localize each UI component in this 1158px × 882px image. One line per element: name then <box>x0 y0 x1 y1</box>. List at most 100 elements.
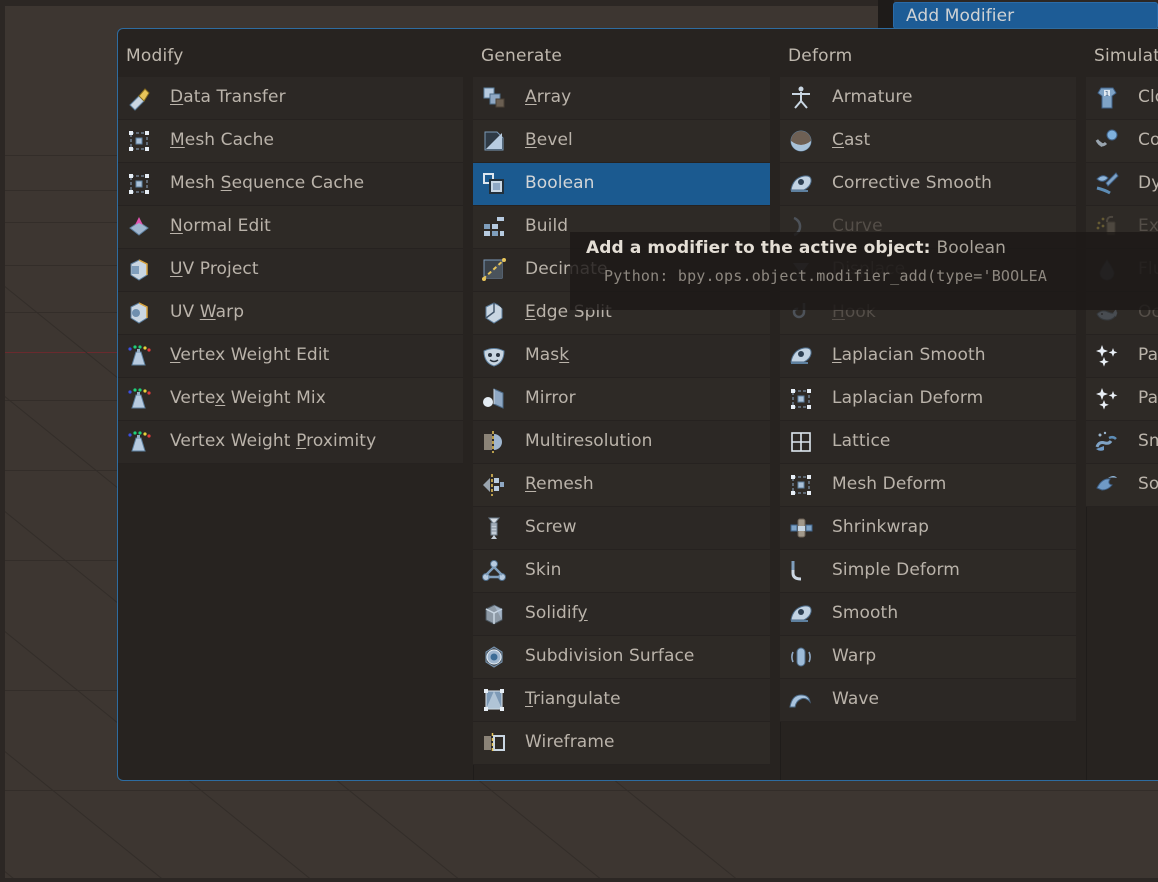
menu-column-title-modify: Modify <box>126 46 184 66</box>
menu-item-boolean[interactable]: Boolean <box>473 163 770 206</box>
menu-item-decimate[interactable]: Decimate <box>473 249 770 292</box>
menu-item-label: Triangulate <box>525 689 621 709</box>
wireframe-icon <box>481 730 507 756</box>
menu-item-skin[interactable]: Skin <box>473 550 770 593</box>
menu-item-explode: Explode <box>1086 206 1158 249</box>
menu-item-simple-deform[interactable]: Simple Deform <box>780 550 1076 593</box>
menu-column-title-simulate: Simulate <box>1094 46 1158 66</box>
menu-item-label: Mesh Sequence Cache <box>170 173 365 193</box>
menu-item-warp[interactable]: Warp <box>780 636 1076 679</box>
explode-icon <box>1094 214 1120 240</box>
menu-item-mirror[interactable]: Mirror <box>473 378 770 421</box>
menu-item-label: Wave <box>832 689 880 709</box>
laplacian-deform-icon <box>788 386 814 412</box>
menu-item-hook: Hook <box>780 292 1076 335</box>
menu-item-label: Soft Body <box>1138 474 1158 494</box>
menu-column-generate: Generate Array Bevel Boolean Build Decimate Ed… <box>473 41 780 780</box>
collision-icon <box>1094 128 1120 154</box>
mirror-icon <box>481 386 507 412</box>
menu-item-wave[interactable]: Wave <box>780 679 1076 722</box>
menu-item-label: Corrective Smooth <box>832 173 992 193</box>
menu-item-edge-split[interactable]: Edge Split <box>473 292 770 335</box>
menu-item-solidify[interactable]: Solidify <box>473 593 770 636</box>
menu-item-screw[interactable]: Screw <box>473 507 770 550</box>
menu-item-corrective-smooth[interactable]: Corrective Smooth <box>780 163 1076 206</box>
add-modifier-menu[interactable]: Modify Data Transfer Mesh Cache Mesh Sequen… <box>117 28 1158 781</box>
menu-item-remesh[interactable]: Remesh <box>473 464 770 507</box>
menu-item-laplacian-smooth[interactable]: Laplacian Smooth <box>780 335 1076 378</box>
smooth-icon <box>788 601 814 627</box>
menu-item-vertex-weight-mix[interactable]: Vertex Weight Mix <box>118 378 463 421</box>
add-modifier-button-label: Add Modifier <box>906 5 1015 26</box>
menu-item-vertex-weight-proximity[interactable]: Vertex Weight Proximity <box>118 421 463 464</box>
mesh-sequence-cache-icon <box>126 171 152 197</box>
skin-icon <box>481 558 507 584</box>
soft-body-icon <box>1094 472 1120 498</box>
solidify-icon <box>481 601 507 627</box>
menu-item-data-transfer[interactable]: Data Transfer <box>118 77 463 120</box>
multiresolution-icon <box>481 429 507 455</box>
menu-item-dynamic-paint[interactable]: Dynamic Paint <box>1086 163 1158 206</box>
menu-column-title-deform: Deform <box>788 46 853 66</box>
decimate-icon <box>481 257 507 283</box>
menu-item-mesh-sequence-cache[interactable]: Mesh Sequence Cache <box>118 163 463 206</box>
add-modifier-button[interactable]: Add Modifier <box>893 2 1158 29</box>
menu-item-label: Lattice <box>832 431 891 451</box>
menu-item-displace: Displace <box>780 249 1076 292</box>
menu-item-multiresolution[interactable]: Multiresolution <box>473 421 770 464</box>
array-icon <box>481 85 507 111</box>
menu-item-cloth[interactable]: 1 Cloth <box>1086 77 1158 120</box>
menu-item-array[interactable]: Array <box>473 77 770 120</box>
menu-item-particle-instance[interactable]: Particle Instance <box>1086 335 1158 378</box>
menu-item-build[interactable]: Build <box>473 206 770 249</box>
menu-item-label: Build <box>525 216 569 236</box>
menu-item-label: Shrinkwrap <box>832 517 929 537</box>
menu-item-smoke[interactable]: Smoke <box>1086 421 1158 464</box>
menu-item-cast[interactable]: Cast <box>780 120 1076 163</box>
mask-icon <box>481 343 507 369</box>
menu-item-label: Ocean <box>1138 302 1158 322</box>
smoke-icon <box>1094 429 1120 455</box>
menu-item-label: Mesh Cache <box>170 130 275 150</box>
menu-item-uv-project[interactable]: UV Project <box>118 249 463 292</box>
menu-item-curve: Curve <box>780 206 1076 249</box>
menu-item-lattice[interactable]: Lattice <box>780 421 1076 464</box>
menu-item-label: Skin <box>525 560 562 580</box>
boolean-icon <box>481 171 507 197</box>
menu-item-label: Cast <box>832 130 871 150</box>
menu-item-label: Fluid Simulation <box>1138 259 1158 279</box>
screw-icon <box>481 515 507 541</box>
menu-item-label: Smooth <box>832 603 899 623</box>
menu-item-soft-body[interactable]: Soft Body <box>1086 464 1158 507</box>
menu-item-label: Mirror <box>525 388 576 408</box>
menu-item-label: Data Transfer <box>170 87 286 107</box>
menu-item-bevel[interactable]: Bevel <box>473 120 770 163</box>
menu-item-subdivision-surface[interactable]: Subdivision Surface <box>473 636 770 679</box>
menu-item-mesh-cache[interactable]: Mesh Cache <box>118 120 463 163</box>
wave-icon <box>788 687 814 713</box>
menu-item-label: Explode <box>1138 216 1158 236</box>
vertex-weight-edit-icon <box>126 343 152 369</box>
menu-item-wireframe[interactable]: Wireframe <box>473 722 770 765</box>
ocean-icon <box>1094 300 1120 326</box>
menu-item-collision[interactable]: Collision <box>1086 120 1158 163</box>
particle-instance-icon <box>1094 343 1120 369</box>
menu-item-shrinkwrap[interactable]: Shrinkwrap <box>780 507 1076 550</box>
menu-item-smooth[interactable]: Smooth <box>780 593 1076 636</box>
menu-item-vertex-weight-edit[interactable]: Vertex Weight Edit <box>118 335 463 378</box>
menu-item-particle-system[interactable]: Particle System <box>1086 378 1158 421</box>
menu-item-triangulate[interactable]: Triangulate <box>473 679 770 722</box>
menu-item-mesh-deform[interactable]: Mesh Deform <box>780 464 1076 507</box>
menu-item-label: Vertex Weight Mix <box>170 388 326 408</box>
cloth-icon: 1 <box>1094 85 1120 111</box>
menu-item-laplacian-deform[interactable]: Laplacian Deform <box>780 378 1076 421</box>
menu-item-label: Particle System <box>1138 388 1158 408</box>
menu-item-armature[interactable]: Armature <box>780 77 1076 120</box>
menu-item-label: Armature <box>832 87 913 107</box>
menu-item-mask[interactable]: Mask <box>473 335 770 378</box>
menu-item-label: Hook <box>832 302 876 322</box>
menu-item-label: Boolean <box>525 173 595 193</box>
menu-item-label: Normal Edit <box>170 216 271 236</box>
menu-item-uv-warp[interactable]: UV Warp <box>118 292 463 335</box>
menu-item-normal-edit[interactable]: Normal Edit <box>118 206 463 249</box>
